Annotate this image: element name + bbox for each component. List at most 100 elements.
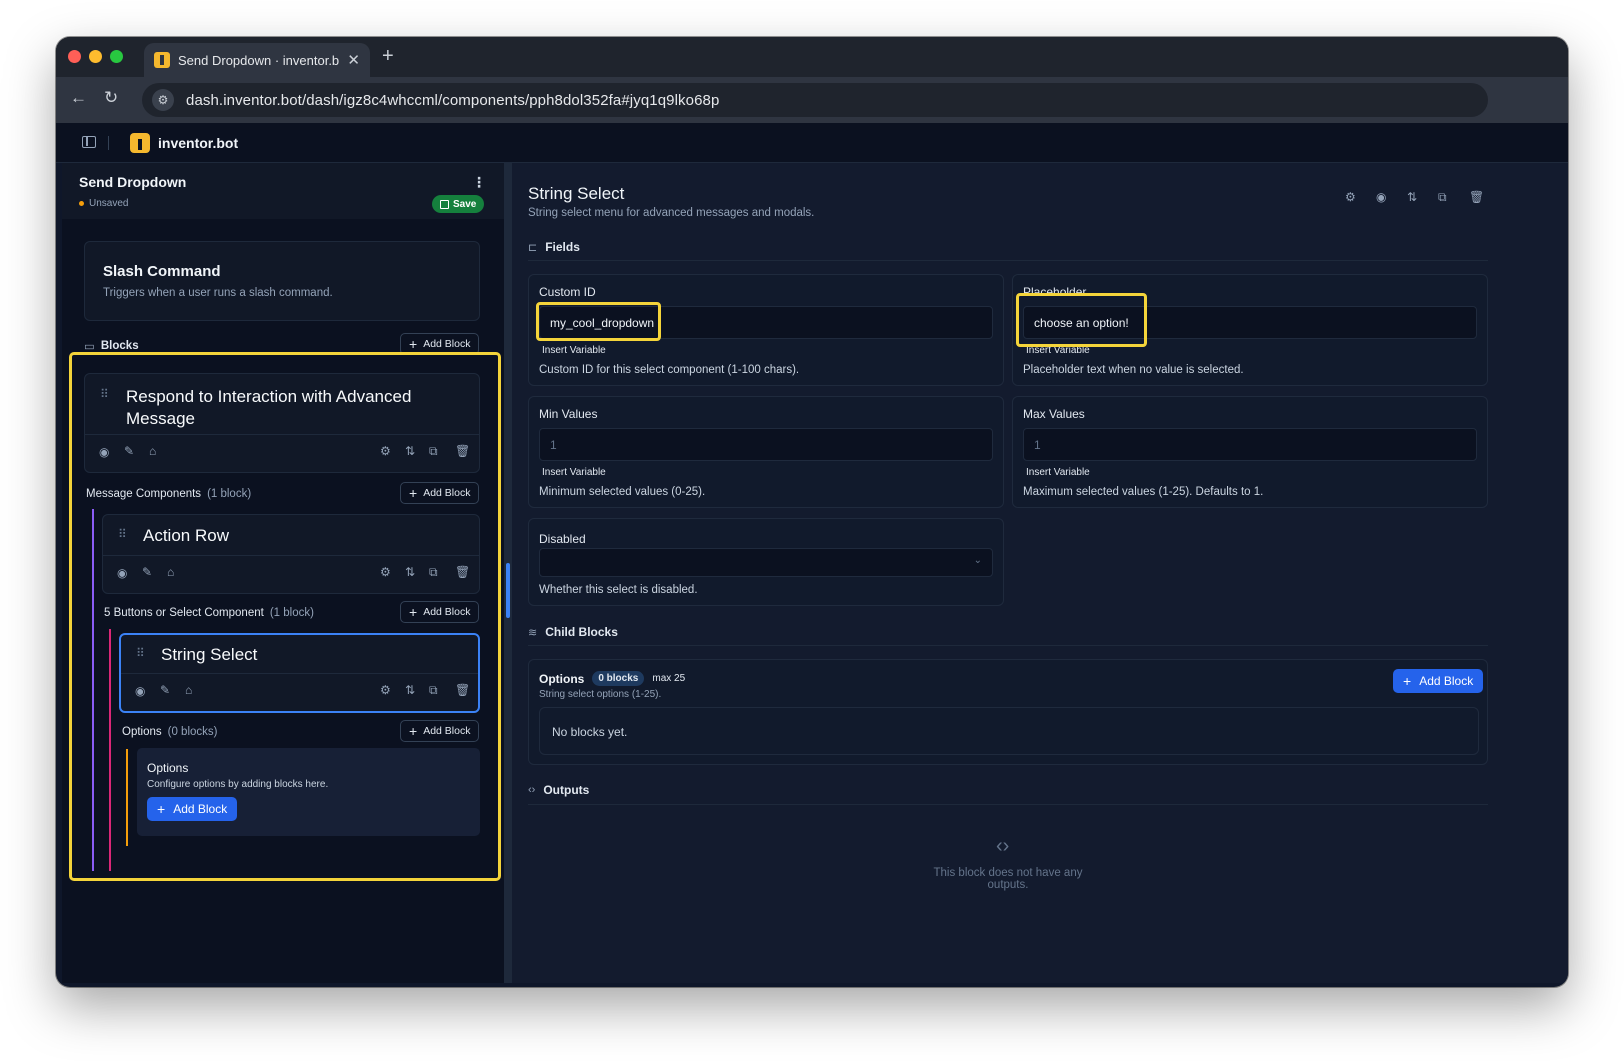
options-max: max 25 bbox=[652, 673, 686, 684]
placeholder-input[interactable]: choose an option! bbox=[1023, 306, 1477, 339]
reload-icon[interactable]: ↻ bbox=[104, 88, 118, 108]
drag-handle-icon[interactable]: ⠿ bbox=[100, 388, 109, 400]
eye-icon[interactable]: ◉ bbox=[117, 566, 127, 580]
child-blocks-heading-text: Child Blocks bbox=[545, 625, 618, 639]
options-add-block-button[interactable]: + Add Block bbox=[1393, 669, 1484, 693]
tab-close-icon[interactable]: ✕ bbox=[347, 51, 360, 69]
brand-name: inventor.bot bbox=[158, 135, 239, 151]
pencil-icon[interactable]: ✎ bbox=[124, 444, 134, 458]
back-arrow-icon[interactable]: ← bbox=[70, 88, 87, 108]
site-settings-icon[interactable]: ⚙ bbox=[152, 89, 174, 111]
gear-icon[interactable]: ⚙ bbox=[380, 444, 391, 458]
options-empty-state: No blocks yet. bbox=[539, 707, 1479, 755]
pin-icon[interactable]: ⌂ bbox=[167, 565, 174, 579]
unsaved-dot-icon bbox=[79, 201, 84, 206]
block-toolbar: ◉ ✎ ⌂ ⚙ ⇅ ⧉ 🗑 bbox=[103, 555, 479, 593]
add-block-label: Add Block bbox=[423, 725, 471, 737]
panel-divider-scrollbar[interactable] bbox=[504, 163, 512, 983]
disabled-label: Disabled bbox=[539, 532, 586, 546]
insert-variable-link[interactable]: Insert Variable bbox=[1026, 467, 1090, 478]
swap-icon[interactable]: ⇅ bbox=[405, 444, 415, 458]
outputs-heading-text: Outputs bbox=[543, 783, 590, 797]
maximize-window-button[interactable] bbox=[110, 50, 123, 63]
insert-variable-link[interactable]: Insert Variable bbox=[542, 467, 606, 478]
options-card-title: Options bbox=[147, 761, 189, 775]
insert-variable-link[interactable]: Insert Variable bbox=[1026, 345, 1090, 356]
plus-icon: + bbox=[1403, 673, 1412, 689]
app-header: inventor.bot bbox=[56, 123, 1568, 163]
eye-icon[interactable]: ◉ bbox=[135, 684, 145, 698]
max-values-help: Maximum selected values (1-25). Defaults… bbox=[1023, 486, 1264, 498]
swap-icon[interactable]: ⇅ bbox=[1407, 190, 1417, 204]
drag-handle-icon[interactable]: ⠿ bbox=[136, 647, 145, 659]
close-window-button[interactable] bbox=[68, 50, 81, 63]
add-block-label: Add Block bbox=[423, 606, 471, 618]
max-values-input[interactable]: 1 bbox=[1023, 428, 1477, 461]
swap-icon[interactable]: ⇅ bbox=[405, 683, 415, 697]
gear-icon[interactable]: ⚙ bbox=[380, 565, 391, 579]
trigger-title: Slash Command bbox=[103, 263, 221, 280]
string-select-title: String Select bbox=[161, 645, 258, 664]
fields-heading-text: Fields bbox=[545, 240, 580, 254]
eye-icon[interactable]: ◉ bbox=[1376, 190, 1386, 204]
pin-icon[interactable]: ⌂ bbox=[185, 683, 192, 697]
add-option-button[interactable]: + Add Block bbox=[400, 720, 480, 742]
options-section-label: Options (0 blocks) bbox=[122, 726, 218, 738]
trash-icon[interactable]: 🗑 bbox=[455, 444, 470, 458]
trash-icon[interactable]: 🗑 bbox=[455, 565, 470, 579]
gear-icon[interactable]: ⚙ bbox=[1345, 190, 1356, 204]
browser-tab[interactable]: Send Dropdown · inventor.bo ✕ bbox=[144, 43, 370, 77]
copy-icon[interactable]: ⧉ bbox=[429, 683, 438, 698]
plus-icon: + bbox=[409, 336, 418, 352]
gear-icon[interactable]: ⚙ bbox=[380, 683, 391, 697]
browser-tabbar: Send Dropdown · inventor.bo ✕ + bbox=[56, 37, 1568, 77]
copy-icon[interactable]: ⧉ bbox=[1438, 190, 1447, 205]
custom-id-input[interactable]: my_cool_dropdown bbox=[539, 306, 993, 339]
plus-icon: + bbox=[157, 801, 166, 817]
buttons-section-label: 5 Buttons or Select Component (1 block) bbox=[104, 607, 314, 619]
address-bar[interactable]: ⚙ dash.inventor.bot/dash/igz8c4whccml/co… bbox=[142, 83, 1488, 117]
buttons-section-text: 5 Buttons or Select Component bbox=[104, 607, 264, 619]
options-description: String select options (1-25). bbox=[539, 689, 662, 700]
chevron-down-icon: ⌄ bbox=[973, 555, 982, 566]
new-tab-button[interactable]: + bbox=[382, 45, 394, 68]
folder-icon: ▭ bbox=[84, 341, 95, 353]
trash-icon[interactable]: 🗑 bbox=[455, 683, 470, 697]
insert-variable-link[interactable]: Insert Variable bbox=[542, 345, 606, 356]
disabled-field: Disabled ⌄ Whether this select is disabl… bbox=[528, 518, 1004, 606]
disabled-select[interactable]: ⌄ bbox=[539, 548, 993, 577]
copy-icon[interactable]: ⧉ bbox=[429, 565, 438, 580]
max-values-field: Max Values 1 Insert Variable Maximum sel… bbox=[1012, 396, 1488, 508]
drag-handle-icon[interactable]: ⠿ bbox=[118, 528, 127, 540]
browser-toolbar: ← ↻ ⚙ dash.inventor.bot/dash/igz8c4whccm… bbox=[56, 77, 1568, 123]
more-options-icon[interactable]: ⋮ bbox=[472, 174, 486, 191]
add-block-label: Add Block bbox=[1419, 674, 1474, 688]
sidebar-icon[interactable] bbox=[82, 136, 96, 148]
copy-icon[interactable]: ⧉ bbox=[429, 444, 438, 459]
add-component-button[interactable]: + Add Block bbox=[400, 482, 480, 504]
action-row-block[interactable]: ⠿ Action Row ◉ ✎ ⌂ ⚙ ⇅ ⧉ 🗑 bbox=[102, 514, 480, 594]
header-divider bbox=[108, 136, 109, 150]
trigger-card[interactable]: Slash Command Triggers when a user runs … bbox=[84, 241, 480, 321]
tree-line-pink bbox=[109, 629, 111, 871]
scrollbar-thumb[interactable] bbox=[506, 563, 510, 618]
respond-block[interactable]: ⠿ Respond to Interaction with Advanced M… bbox=[84, 373, 480, 473]
brand-logo-icon bbox=[130, 133, 150, 153]
pin-icon[interactable]: ⌂ bbox=[149, 444, 156, 458]
minimize-window-button[interactable] bbox=[89, 50, 102, 63]
tree-line-orange bbox=[126, 749, 128, 846]
options-add-block-button[interactable]: + Add Block bbox=[147, 797, 238, 821]
pencil-icon[interactable]: ✎ bbox=[142, 565, 152, 579]
string-select-block[interactable]: ⠿ String Select ◉ ✎ ⌂ ⚙ ⇅ ⧉ 🗑 bbox=[119, 633, 480, 713]
eye-icon[interactable]: ◉ bbox=[99, 445, 109, 459]
favicon-icon bbox=[154, 52, 170, 68]
trash-icon[interactable]: 🗑 bbox=[1469, 190, 1484, 204]
add-select-button[interactable]: + Add Block bbox=[400, 601, 480, 623]
swap-icon[interactable]: ⇅ bbox=[405, 565, 415, 579]
add-block-button[interactable]: + Add Block bbox=[400, 333, 480, 355]
save-button[interactable]: Save bbox=[432, 195, 485, 213]
options-section-count: (0 blocks) bbox=[167, 726, 218, 738]
pencil-icon[interactable]: ✎ bbox=[160, 683, 170, 697]
min-values-input[interactable]: 1 bbox=[539, 428, 993, 461]
min-values-field: Min Values 1 Insert Variable Minimum sel… bbox=[528, 396, 1004, 508]
